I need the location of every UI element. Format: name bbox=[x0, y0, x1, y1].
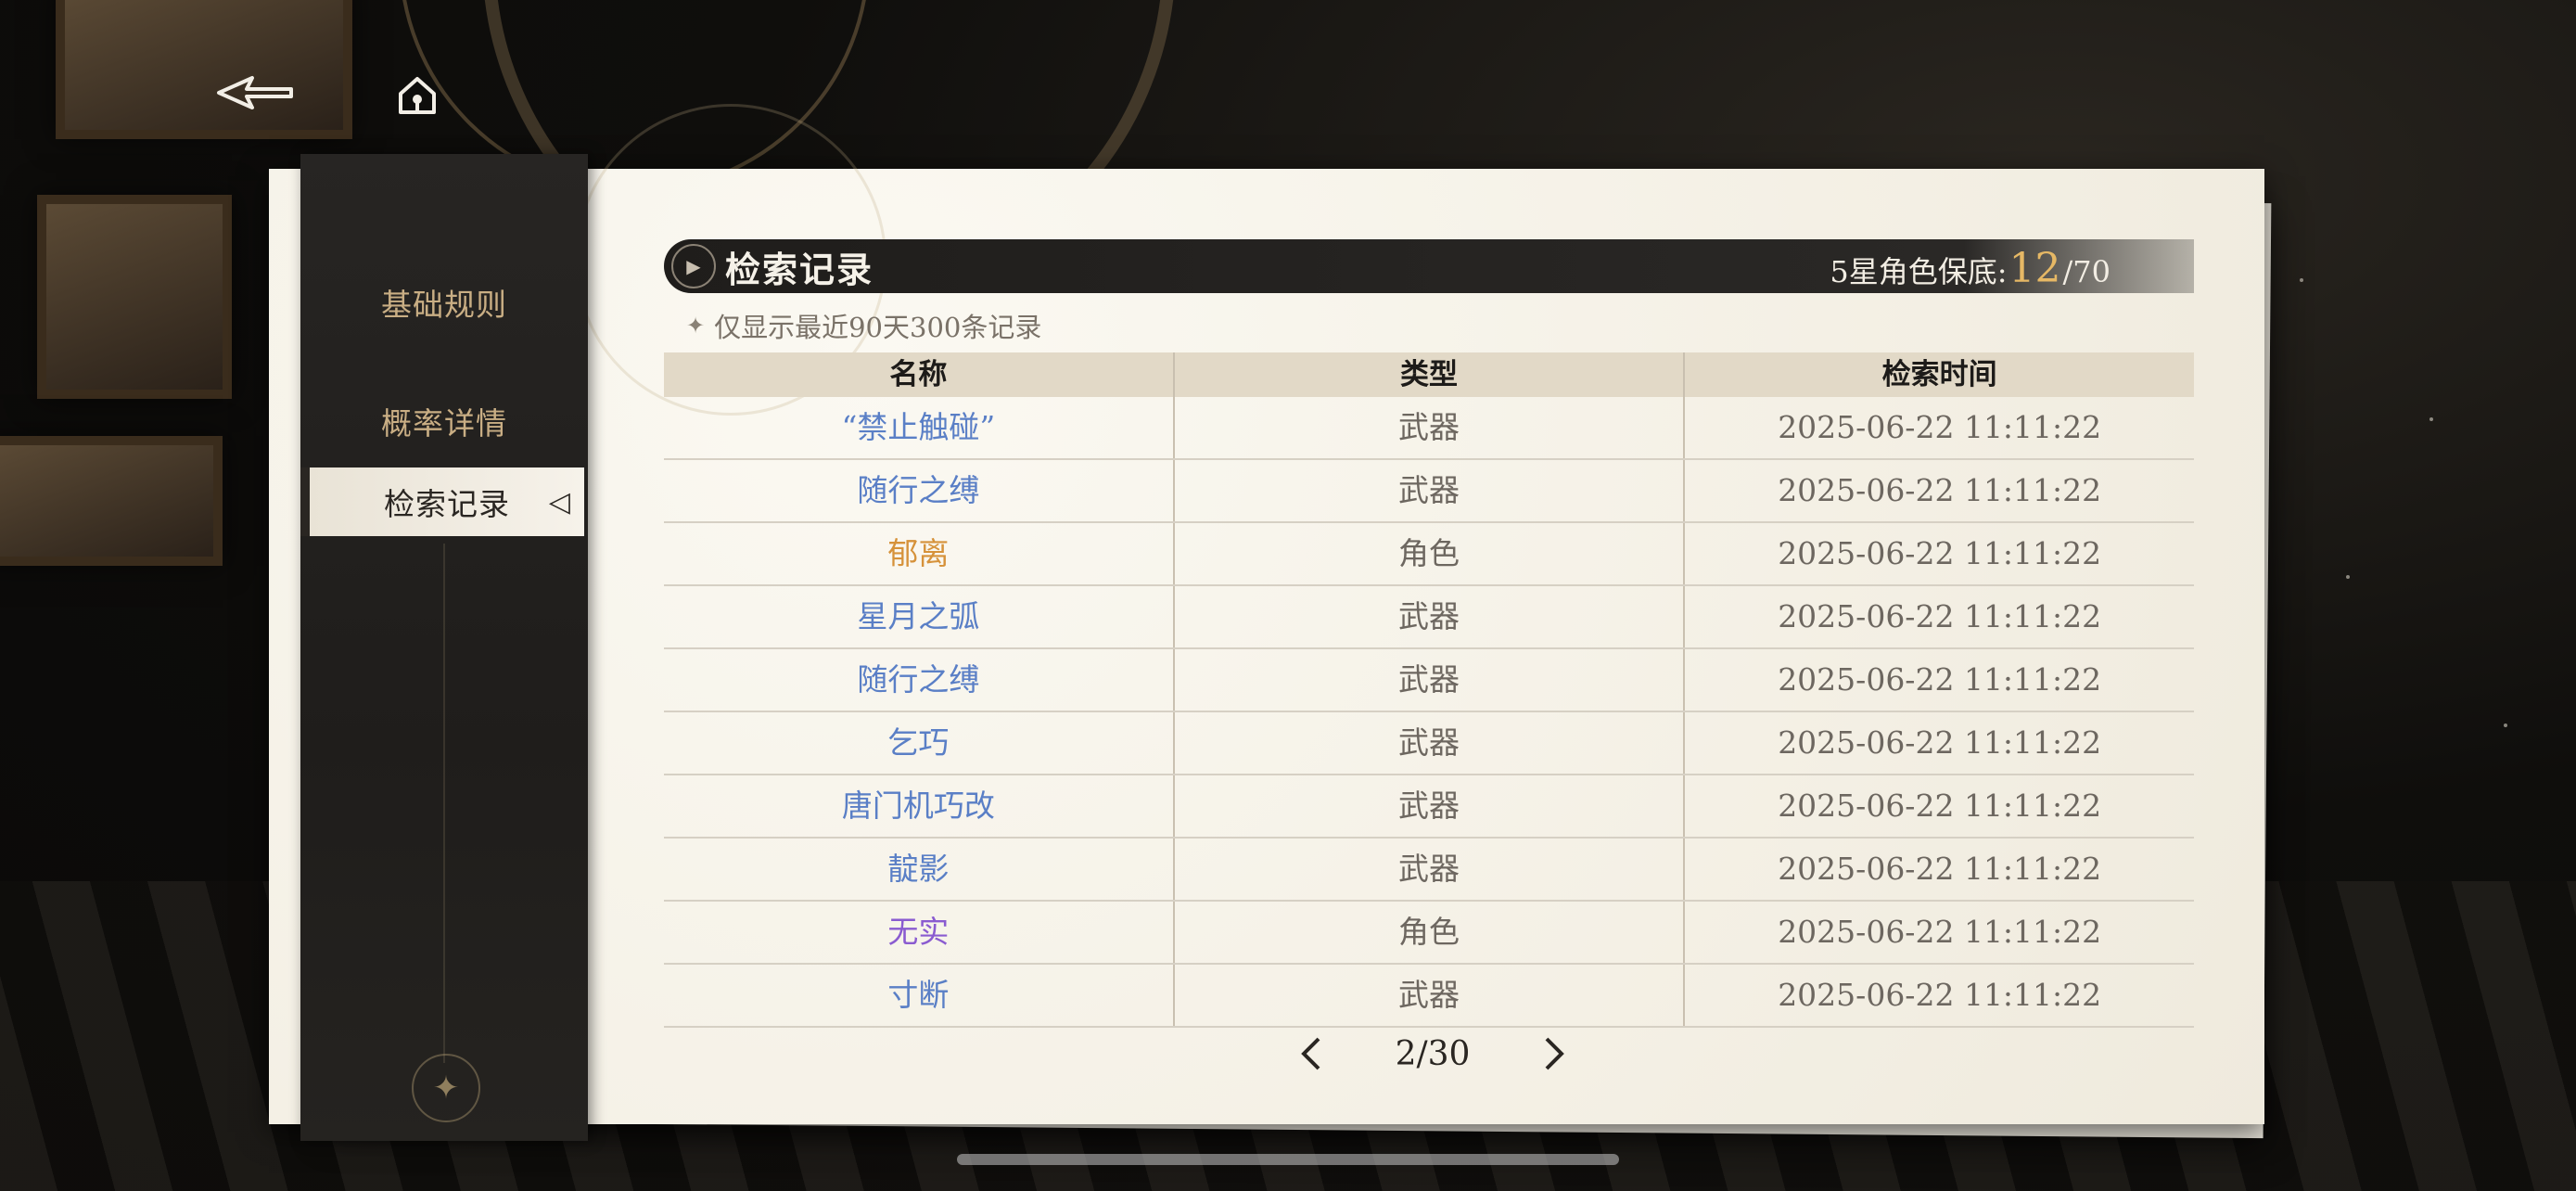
chevron-left-icon bbox=[1301, 1037, 1320, 1070]
home-button[interactable] bbox=[385, 63, 450, 128]
active-indicator-icon: ◁ bbox=[548, 486, 571, 519]
cell-time: 2025-06-22 11:11:22 bbox=[1683, 460, 2194, 521]
back-button[interactable] bbox=[204, 65, 306, 121]
cell-name: “禁止触碰” bbox=[841, 409, 996, 445]
cell-name: 乞巧 bbox=[887, 724, 950, 761]
bg-star bbox=[2300, 278, 2303, 282]
cell-time: 2025-06-22 11:11:22 bbox=[1683, 775, 2194, 837]
section-header: ▶ 检索记录 5星角色保底: 12 /70 bbox=[664, 239, 2194, 293]
bg-picture-frame bbox=[0, 436, 223, 566]
sidebar-item-basic-rules[interactable]: 基础规则 bbox=[300, 265, 588, 339]
bg-star bbox=[2346, 575, 2350, 579]
table-row: 星月之弧 武器 2025-06-22 11:11:22 bbox=[664, 586, 2194, 649]
pity-max: /70 bbox=[2062, 254, 2111, 289]
cell-time: 2025-06-22 11:11:22 bbox=[1683, 523, 2194, 584]
sidebar-item-probability[interactable]: 概率详情 bbox=[300, 384, 588, 458]
table-row: 随行之缚 武器 2025-06-22 11:11:22 bbox=[664, 649, 2194, 712]
pagination: 2/30 bbox=[1289, 1028, 1576, 1080]
home-indicator-bar[interactable] bbox=[957, 1154, 1619, 1165]
cell-name: 靛影 bbox=[887, 851, 950, 887]
chevron-right-icon bbox=[1545, 1037, 1564, 1070]
column-header-type: 类型 bbox=[1172, 352, 1684, 397]
cell-type: 武器 bbox=[1172, 586, 1684, 647]
table-row: 乞巧 武器 2025-06-22 11:11:22 bbox=[664, 712, 2194, 775]
bg-picture-frame bbox=[37, 195, 232, 399]
cell-time: 2025-06-22 11:11:22 bbox=[1683, 397, 2194, 458]
back-arrow-icon bbox=[217, 76, 293, 109]
bg-star bbox=[2429, 417, 2433, 421]
pity-counter: 5星角色保底: 12 /70 bbox=[1830, 245, 2111, 292]
cell-name: 随行之缚 bbox=[857, 472, 980, 508]
home-icon bbox=[399, 77, 436, 114]
table-row: 随行之缚 武器 2025-06-22 11:11:22 bbox=[664, 460, 2194, 523]
table-row: 寸断 武器 2025-06-22 11:11:22 bbox=[664, 965, 2194, 1028]
pity-current: 12 bbox=[2009, 245, 2061, 292]
cell-name: 随行之缚 bbox=[857, 661, 980, 698]
cell-type: 武器 bbox=[1172, 397, 1684, 458]
note-text: 仅显示最近90天300条记录 bbox=[714, 312, 1042, 343]
cell-name: 郁离 bbox=[887, 535, 950, 571]
cell-type: 武器 bbox=[1172, 839, 1684, 900]
table-row: 无实 角色 2025-06-22 11:11:22 bbox=[664, 902, 2194, 965]
cell-type: 角色 bbox=[1172, 902, 1684, 963]
cell-name: 无实 bbox=[887, 914, 950, 950]
cell-name: 星月之弧 bbox=[857, 598, 980, 634]
sidebar: 基础规则 概率详情 检索记录 ◁ ✦ bbox=[300, 154, 588, 1141]
column-header-name: 名称 bbox=[889, 358, 948, 391]
sidebar-item-label: 概率详情 bbox=[381, 405, 507, 442]
play-triangle-icon: ▶ bbox=[671, 244, 716, 288]
table-row: 靛影 武器 2025-06-22 11:11:22 bbox=[664, 839, 2194, 902]
cell-time: 2025-06-22 11:11:22 bbox=[1683, 902, 2194, 963]
sidebar-item-label: 检索记录 bbox=[384, 486, 510, 522]
sidebar-item-records[interactable]: 检索记录 ◁ bbox=[300, 467, 584, 536]
prev-page-button[interactable] bbox=[1289, 1031, 1333, 1076]
cell-time: 2025-06-22 11:11:22 bbox=[1683, 712, 2194, 774]
cell-name: 寸断 bbox=[887, 977, 950, 1013]
sidebar-divider bbox=[443, 544, 445, 1063]
bg-star bbox=[2504, 724, 2507, 727]
cell-type: 武器 bbox=[1172, 649, 1684, 711]
cell-type: 武器 bbox=[1172, 775, 1684, 837]
cell-type: 武器 bbox=[1172, 460, 1684, 521]
column-header-time: 检索时间 bbox=[1683, 352, 2194, 397]
table-row: “禁止触碰” 武器 2025-06-22 11:11:22 bbox=[664, 397, 2194, 460]
page-indicator: 2/30 bbox=[1395, 1034, 1471, 1073]
records-note: ✦ 仅显示最近90天300条记录 bbox=[686, 306, 1041, 345]
sidebar-item-label: 基础规则 bbox=[381, 287, 507, 323]
cell-type: 武器 bbox=[1172, 712, 1684, 774]
table-row: 唐门机巧改 武器 2025-06-22 11:11:22 bbox=[664, 775, 2194, 839]
cell-time: 2025-06-22 11:11:22 bbox=[1683, 965, 2194, 1026]
pity-label: 5星角色保底: bbox=[1830, 254, 2008, 289]
cell-time: 2025-06-22 11:11:22 bbox=[1683, 586, 2194, 647]
cell-name: 唐门机巧改 bbox=[841, 788, 995, 824]
sparkle-icon: ✦ bbox=[686, 313, 706, 339]
table-header: 名称 类型 检索时间 bbox=[664, 352, 2194, 397]
records-table: 名称 类型 检索时间 “禁止触碰” 武器 2025-06-22 11:11:22… bbox=[664, 352, 2194, 1028]
section-title: 检索记录 bbox=[725, 248, 874, 290]
next-page-button[interactable] bbox=[1532, 1031, 1576, 1076]
cell-time: 2025-06-22 11:11:22 bbox=[1683, 649, 2194, 711]
cell-type: 角色 bbox=[1172, 523, 1684, 584]
cell-type: 武器 bbox=[1172, 965, 1684, 1026]
cell-time: 2025-06-22 11:11:22 bbox=[1683, 839, 2194, 900]
table-row: 郁离 角色 2025-06-22 11:11:22 bbox=[664, 523, 2194, 586]
emblem-icon: ✦ bbox=[412, 1054, 480, 1122]
